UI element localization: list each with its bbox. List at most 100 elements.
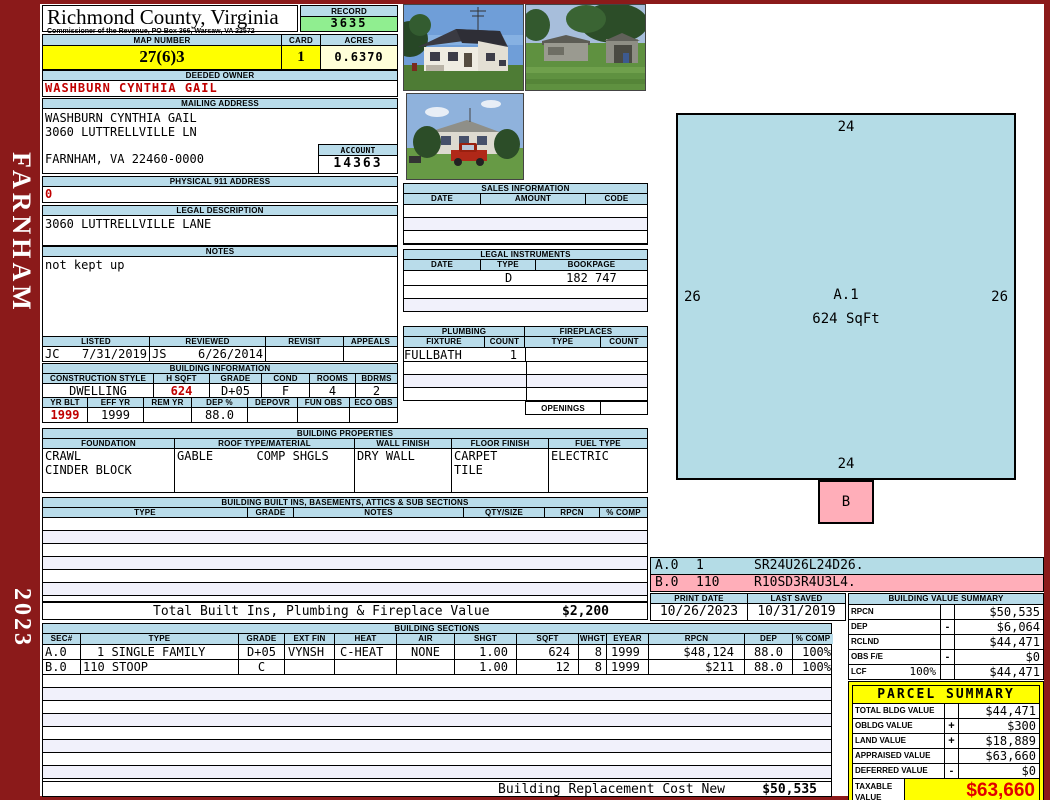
bs-b-whgt: 8 xyxy=(579,660,607,674)
listed-date: 7/31/2019 xyxy=(81,347,147,361)
sketch-legend-row-b: B.0 110 R10SD3R4U3L4. xyxy=(650,574,1044,592)
bs-b-extfin xyxy=(285,660,335,674)
ps-bldg-value: $44,471 xyxy=(985,704,1036,718)
foundation-label: FOUNDATION xyxy=(42,439,175,449)
legend-b-code: 110 xyxy=(696,575,720,590)
ecoobs-value xyxy=(350,408,398,423)
building-information-section: BUILDING INFORMATION CONSTRUCTION STYLE … xyxy=(42,363,398,423)
bs-col-type: TYPE xyxy=(81,634,239,644)
parcel-summary-title: PARCEL SUMMARY xyxy=(852,685,1040,704)
grade-value: D+05 xyxy=(210,384,262,398)
revisit-value xyxy=(266,347,344,362)
account-box: ACCOUNT 14363 xyxy=(318,144,398,174)
sales-information-title: SALES INFORMATION xyxy=(403,183,648,194)
building-properties-title: BUILDING PROPERTIES xyxy=(42,428,648,439)
record-value: 3635 xyxy=(300,17,398,32)
legend-b-vector: R10SD3R4U3L4. xyxy=(754,575,856,590)
property-record-card: FARNHAM 2023 Richmond County, Virginia C… xyxy=(0,0,1050,800)
physical-address-section: PHYSICAL 911 ADDRESS 0 xyxy=(42,176,398,203)
acres-label: ACRES xyxy=(321,34,398,46)
roof-label: ROOF TYPE/MATERIAL xyxy=(175,439,355,449)
plumbing-row-1: FULLBATH 1 xyxy=(403,348,648,362)
listed-value: JC 7/31/2019 xyxy=(42,347,150,362)
bs-a-grade: D+05 xyxy=(239,645,285,659)
house-front-illustration xyxy=(404,5,523,90)
bs-col-dep: DEP xyxy=(745,634,793,644)
plumbing-count-value: 1 xyxy=(486,348,526,362)
bs-a-dep: 88.0 xyxy=(745,645,793,659)
ps-taxable-value: $63,660 xyxy=(905,779,1039,800)
map-number-label: MAP NUMBER xyxy=(42,34,282,46)
bs-a-rpcn: $48,124 xyxy=(649,645,745,659)
ps-deferred-value: $0 xyxy=(1021,764,1036,778)
deeded-owner-label: DEEDED OWNER xyxy=(42,70,398,81)
sketch-dim-bottom: 24 xyxy=(837,456,855,472)
building-sections-table: BUILDING SECTIONS SEC# TYPE GRADE EXT FI… xyxy=(42,623,833,782)
remyr-label: REM YR xyxy=(144,398,192,408)
plumbing-title: PLUMBING xyxy=(403,326,525,337)
parcel-summary: PARCEL SUMMARY TOTAL BLDG VALUE $44,471 … xyxy=(848,681,1044,800)
ps-row-taxable: TAXABLE VALUE $63,660 xyxy=(852,779,1040,800)
reviewed-by: JS xyxy=(152,347,167,361)
building-value-summary-title: BUILDING VALUE SUMMARY xyxy=(849,594,1043,605)
building-sections-empty-rows xyxy=(42,675,832,782)
bvs-lcf-label: LCF xyxy=(851,667,867,676)
sketch-dim-right: 26 xyxy=(991,288,1008,305)
bdrms-value: 2 xyxy=(356,384,398,398)
card-content: Richmond County, Virginia Commissioner o… xyxy=(40,4,1044,800)
building-section-row-b: B.0 110 STOOP C 1.00 12 8 1999 $211 88.0… xyxy=(42,660,832,675)
mailing-address-block: WASHBURN CYNTHIA GAIL 3060 LUTTRELLVILLE… xyxy=(42,109,398,174)
fireplaces-title: FIREPLACES xyxy=(525,326,648,337)
bvs-dep-label: DEP xyxy=(849,620,941,634)
funobs-label: FUN OBS xyxy=(298,398,350,408)
property-photo-house-front xyxy=(403,4,524,91)
bvs-rpcn-label: RPCN xyxy=(849,605,941,619)
appeals-label: APPEALS xyxy=(344,336,398,347)
sales-empty-rows xyxy=(403,205,648,245)
legal-description-label: LEGAL DESCRIPTION xyxy=(42,205,398,216)
fireplace-type-label: TYPE xyxy=(525,337,601,348)
bs-a-air: NONE xyxy=(397,645,455,659)
rooms-label: ROOMS xyxy=(310,374,356,384)
print-date-label: PRINT DATE xyxy=(650,593,748,604)
ps-land-label: LAND VALUE xyxy=(853,734,945,748)
built-ins-col-rpcn: RPCN xyxy=(545,508,600,518)
legal-instruments-section: LEGAL INSTRUMENTS DATE TYPE BOOKPAGE D 1… xyxy=(403,249,648,312)
plumbing-empty-rows xyxy=(403,362,648,401)
grade-label: GRADE xyxy=(210,374,262,384)
bvs-obs-label: OBS F/E xyxy=(849,650,941,664)
notes-label: NOTES xyxy=(42,246,398,257)
built-ins-total-label: Total Built Ins, Plumbing & Fireplace Va… xyxy=(153,603,490,619)
bs-a-shgt: 1.00 xyxy=(455,645,517,659)
ecoobs-label: ECO OBS xyxy=(350,398,398,408)
legend-b-sec: B.0 xyxy=(655,575,679,590)
bvs-lcf-value: $44,471 xyxy=(989,665,1040,679)
building-sketch: 24 26 26 A.1 624 SqFt 24 xyxy=(676,113,1016,480)
ps-obldg-value: $300 xyxy=(1007,719,1036,733)
legend-a-vector: SR24U26L24D26. xyxy=(754,558,864,573)
building-value-summary: BUILDING VALUE SUMMARY RPCN $50,535 DEP … xyxy=(848,593,1044,680)
built-ins-col-notes: NOTES xyxy=(294,508,464,518)
bs-b-eyear: 1999 xyxy=(607,660,649,674)
built-ins-section: BUILDING BUILT INS, BASEMENTS, ATTICS & … xyxy=(42,497,648,602)
bvs-rpcn-value: $50,535 xyxy=(989,605,1040,619)
bs-a-whgt: 8 xyxy=(579,645,607,659)
ps-row-appraised: APPRAISED VALUE $63,660 xyxy=(852,749,1040,764)
roof-value: GABLE COMP SHGLS xyxy=(175,449,355,493)
bs-col-grade: GRADE xyxy=(239,634,285,644)
bs-a-eyear: 1999 xyxy=(607,645,649,659)
ps-land-value: $18,889 xyxy=(985,734,1036,748)
bdrms-label: BDRMS xyxy=(356,374,398,384)
ps-land-op: + xyxy=(945,734,959,748)
cond-label: COND xyxy=(262,374,310,384)
sketch-section-area: 624 SqFt xyxy=(812,311,880,327)
bs-b-shgt: 1.00 xyxy=(455,660,517,674)
ps-row-land: LAND VALUE + $18,889 xyxy=(852,734,1040,749)
bs-col-shgt: SHGT xyxy=(455,634,517,644)
dep-pct-label: DEP % xyxy=(192,398,248,408)
yrblt-label: YR BLT xyxy=(42,398,88,408)
construction-style-label: CONSTRUCTION STYLE xyxy=(42,374,154,384)
sales-col-amount: AMOUNT xyxy=(481,194,586,205)
floor-finish-label: FLOOR FINISH xyxy=(452,439,549,449)
bs-col-heat: HEAT xyxy=(335,634,397,644)
